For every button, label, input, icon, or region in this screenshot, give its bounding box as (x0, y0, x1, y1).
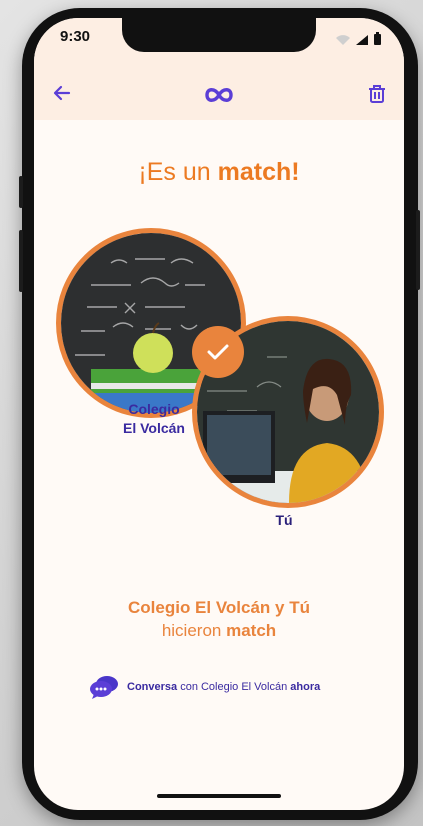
chat-text-bold1: Conversa (127, 681, 178, 693)
result-prefix: hicieron (161, 621, 227, 640)
result-bold: match (226, 621, 277, 640)
chat-text: Conversa con Colegio El Volcán ahora (127, 681, 320, 693)
battery-icon (374, 32, 381, 45)
back-button[interactable] (52, 82, 80, 110)
match-result-line2: hicieron match (34, 621, 404, 641)
status-icons (335, 32, 382, 46)
user-name: Tú (275, 512, 293, 528)
trash-icon (369, 85, 385, 103)
match-result-line1: Colegio El Volcán y Tú (128, 598, 310, 617)
phone-side-button (416, 210, 420, 290)
school-name-line2: El Volcán (123, 420, 185, 436)
chat-link[interactable]: Conversa con Colegio El Volcán ahora (89, 674, 320, 700)
arrow-left-icon (53, 85, 71, 101)
phone-side-button (19, 230, 23, 292)
title-bold: match! (217, 158, 300, 186)
delete-button[interactable] (368, 84, 386, 109)
app-bar (34, 74, 404, 120)
check-icon (207, 344, 229, 360)
wifi-icon (336, 35, 350, 45)
infinity-logo-icon (205, 88, 233, 102)
phone-side-button (19, 176, 23, 208)
app-logo (204, 84, 234, 111)
signal-icon (356, 35, 368, 45)
school-name-line1: Colegio (128, 401, 180, 417)
match-check-badge (192, 326, 244, 378)
phone-screen: 9:30 ¡Es un match! Colegio El Volcán Tú … (34, 18, 404, 810)
chat-text-middle: con Colegio El Volcán (177, 681, 291, 693)
notch (122, 18, 316, 52)
page-title: ¡Es un match! (34, 158, 404, 187)
status-time: 9:30 (60, 28, 91, 45)
title-prefix: ¡Es un (138, 158, 218, 186)
chat-bubble-icon (90, 676, 118, 699)
school-name: Colegio El Volcán (98, 400, 210, 438)
home-indicator[interactable] (157, 794, 281, 798)
status-bar: 9:30 (34, 18, 404, 74)
chat-text-bold2: ahora (290, 681, 321, 693)
